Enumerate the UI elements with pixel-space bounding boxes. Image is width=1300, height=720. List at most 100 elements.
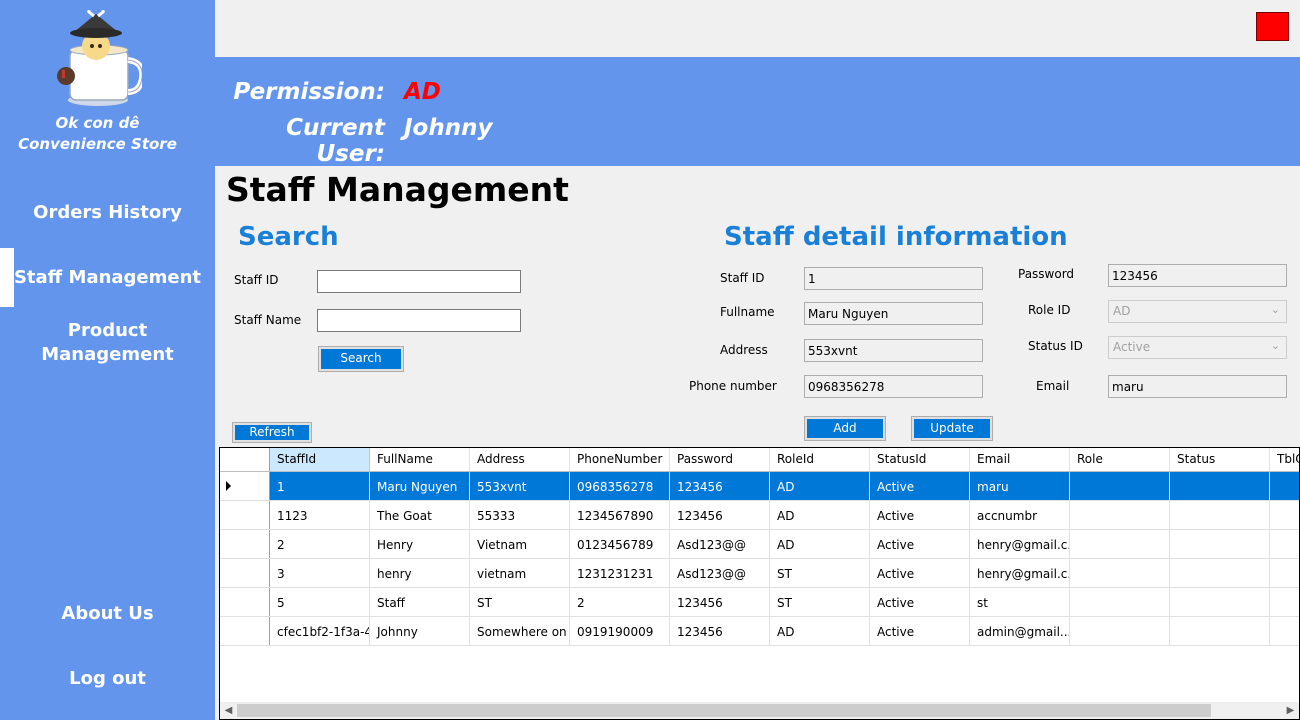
row-header-cell[interactable]: [220, 501, 270, 529]
table-cell[interactable]: [1170, 559, 1270, 587]
nav-product-management[interactable]: Product Management: [0, 319, 215, 367]
table-cell[interactable]: AD: [770, 617, 870, 645]
table-cell[interactable]: Active: [870, 472, 970, 500]
table-row[interactable]: 1 Maru Nguyen 553xvnt 0968356278 123456 AD Act…: [220, 472, 1299, 501]
table-cell[interactable]: 1231231231: [570, 559, 670, 587]
row-header-cell[interactable]: [220, 472, 270, 500]
table-cell[interactable]: Maru Nguyen: [370, 472, 470, 500]
search-button[interactable]: Search: [318, 346, 404, 372]
table-cell[interactable]: 0123456789: [570, 530, 670, 558]
table-cell[interactable]: ST: [770, 559, 870, 587]
table-cell[interactable]: Asd123@@: [670, 530, 770, 558]
table-cell[interactable]: henry@gmail.c...: [970, 530, 1070, 558]
table-row[interactable]: 2 Henry Vietnam 0123456789 Asd123@@ AD Active h…: [220, 530, 1299, 559]
table-cell[interactable]: 0919190009: [570, 617, 670, 645]
table-cell[interactable]: [1170, 588, 1270, 616]
table-cell[interactable]: 1: [270, 472, 370, 500]
row-header-cell[interactable]: [220, 530, 270, 558]
nav-log-out[interactable]: Log out: [0, 667, 215, 691]
table-cell[interactable]: henry@gmail.c...: [970, 559, 1070, 587]
table-cell[interactable]: Active: [870, 530, 970, 558]
table-cell[interactable]: cfec1bf2-1f3a-4...: [270, 617, 370, 645]
detail-fullname-field[interactable]: [804, 302, 983, 325]
table-cell[interactable]: [1170, 501, 1270, 529]
table-cell[interactable]: AD: [770, 530, 870, 558]
refresh-button[interactable]: Refresh: [232, 422, 312, 443]
table-cell[interactable]: ST: [470, 588, 570, 616]
grid-corner-cell[interactable]: [220, 448, 270, 471]
column-header[interactable]: Address: [470, 448, 570, 471]
detail-phone-field[interactable]: [804, 375, 983, 398]
column-header[interactable]: StaffId: [270, 448, 370, 471]
row-header-cell[interactable]: [220, 559, 270, 587]
detail-address-field[interactable]: [804, 339, 983, 362]
table-cell[interactable]: 0968356278: [570, 472, 670, 500]
table-cell[interactable]: 2: [570, 588, 670, 616]
horizontal-scrollbar[interactable]: ◀ ▶: [220, 702, 1299, 719]
table-cell[interactable]: Johnny: [370, 617, 470, 645]
column-header[interactable]: Status: [1170, 448, 1270, 471]
row-header-cell[interactable]: [220, 588, 270, 616]
table-row[interactable]: 5 Staff ST 2 123456 ST Active st: [220, 588, 1299, 617]
table-cell[interactable]: [1070, 617, 1170, 645]
table-cell[interactable]: Active: [870, 588, 970, 616]
table-cell[interactable]: Active: [870, 617, 970, 645]
nav-orders-history[interactable]: Orders History: [0, 201, 215, 225]
column-header[interactable]: StatusId: [870, 448, 970, 471]
column-header[interactable]: PhoneNumber: [570, 448, 670, 471]
detail-status-select[interactable]: Active ⌄: [1108, 336, 1287, 359]
table-cell[interactable]: 2: [270, 530, 370, 558]
table-cell[interactable]: 123456: [670, 617, 770, 645]
detail-password-field[interactable]: [1108, 264, 1287, 287]
table-cell[interactable]: maru: [970, 472, 1070, 500]
detail-role-select[interactable]: AD ⌄: [1108, 300, 1287, 323]
table-row[interactable]: cfec1bf2-1f3a-4...JohnnySomewhere on ...…: [220, 617, 1299, 646]
scrollbar-thumb[interactable]: [237, 704, 1211, 717]
table-cell[interactable]: [1070, 530, 1170, 558]
table-cell[interactable]: henry: [370, 559, 470, 587]
table-cell[interactable]: 123456: [670, 588, 770, 616]
table-cell[interactable]: Active: [870, 559, 970, 587]
table-cell[interactable]: Staff: [370, 588, 470, 616]
scroll-left-icon[interactable]: ◀: [220, 702, 237, 719]
table-cell[interactable]: [1270, 530, 1299, 558]
table-cell[interactable]: [1270, 588, 1299, 616]
table-cell[interactable]: st: [970, 588, 1070, 616]
table-cell[interactable]: [1270, 472, 1299, 500]
column-header[interactable]: Password: [670, 448, 770, 471]
table-cell[interactable]: [1270, 501, 1299, 529]
staff-data-grid[interactable]: StaffId FullName Address PhoneNumber Passwor…: [219, 447, 1300, 720]
table-cell[interactable]: AD: [770, 501, 870, 529]
column-header[interactable]: TblO: [1270, 448, 1299, 471]
nav-staff-management[interactable]: Staff Management: [0, 266, 215, 290]
table-cell[interactable]: [1170, 530, 1270, 558]
table-cell[interactable]: [1170, 617, 1270, 645]
update-button[interactable]: Update: [911, 416, 993, 441]
table-cell[interactable]: vietnam: [470, 559, 570, 587]
table-cell[interactable]: admin@gmail....: [970, 617, 1070, 645]
table-cell[interactable]: [1270, 559, 1299, 587]
scroll-right-icon[interactable]: ▶: [1282, 702, 1299, 719]
table-row[interactable]: 3 henry vietnam 1231231231 Asd123@@ ST Active h…: [220, 559, 1299, 588]
table-cell[interactable]: Active: [870, 501, 970, 529]
table-cell[interactable]: [1070, 588, 1170, 616]
table-cell[interactable]: accnumbr: [970, 501, 1070, 529]
add-button[interactable]: Add: [804, 416, 886, 441]
close-button[interactable]: [1256, 12, 1289, 41]
table-cell[interactable]: 1123: [270, 501, 370, 529]
table-cell[interactable]: 123456: [670, 501, 770, 529]
table-cell[interactable]: [1270, 617, 1299, 645]
table-cell[interactable]: [1070, 559, 1170, 587]
table-cell[interactable]: [1070, 472, 1170, 500]
table-cell[interactable]: 553xvnt: [470, 472, 570, 500]
table-cell[interactable]: 1234567890: [570, 501, 670, 529]
table-cell[interactable]: ST: [770, 588, 870, 616]
detail-email-field[interactable]: [1108, 375, 1287, 398]
table-cell[interactable]: Vietnam: [470, 530, 570, 558]
table-cell[interactable]: Somewhere on ...: [470, 617, 570, 645]
nav-about-us[interactable]: About Us: [0, 602, 215, 626]
search-staff-id-input[interactable]: [317, 270, 521, 293]
table-cell[interactable]: [1170, 472, 1270, 500]
column-header[interactable]: Role: [1070, 448, 1170, 471]
column-header[interactable]: Email: [970, 448, 1070, 471]
